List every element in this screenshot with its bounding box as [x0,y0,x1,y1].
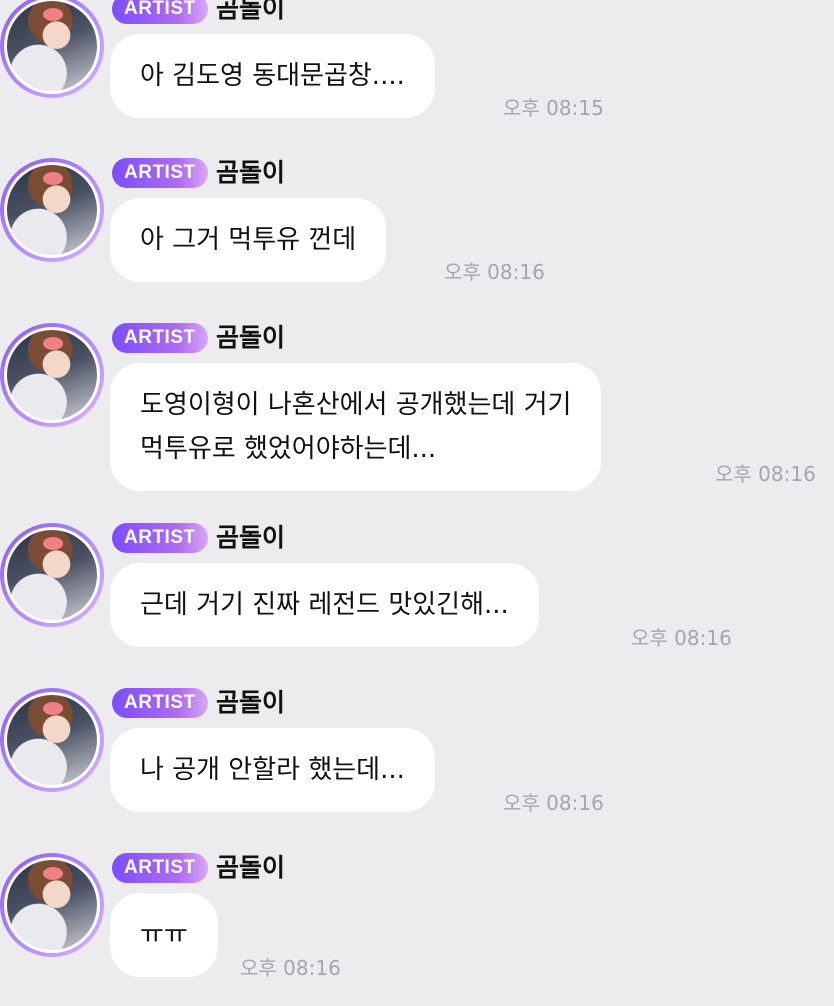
sender-name: 곰돌이 [216,158,286,187]
sender-name: 곰돌이 [216,0,286,23]
message-time: 오후 08:15 [503,96,604,120]
artist-badge: ARTIST [112,523,208,553]
message-time: 오후 08:16 [240,956,341,980]
message-bubble[interactable]: 근데 거기 진짜 레전드 맛있긴해... [110,563,539,647]
avatar[interactable] [0,0,104,98]
message-time: 오후 08:16 [631,626,732,650]
message-bubble[interactable]: 나 공개 안할라 했는데... [110,728,435,812]
avatar[interactable] [0,158,104,262]
artist-badge: ARTIST [112,0,208,24]
avatar[interactable] [0,323,104,427]
avatar-photo [7,530,97,620]
message-bubble[interactable]: ㅠㅠ [110,893,218,977]
message-time: 오후 08:16 [503,791,604,815]
sender-name: 곰돌이 [216,523,286,552]
message-bubble[interactable]: 도영이형이 나혼산에서 공개했는데 거기 먹투유로 했었어야하는데... [110,363,602,491]
message-bubble[interactable]: 아 김도영 동대문곱창.... [110,34,435,118]
artist-badge: ARTIST [112,323,208,353]
message-time: 오후 08:16 [715,462,816,486]
sender-name: 곰돌이 [216,323,286,352]
avatar-photo [7,165,97,255]
message-time: 오후 08:16 [444,260,545,284]
sender-name: 곰돌이 [216,853,286,882]
artist-badge: ARTIST [112,688,208,718]
avatar-photo [7,695,97,785]
avatar-photo [7,860,97,950]
avatar-photo [7,330,97,420]
artist-badge: ARTIST [112,853,208,883]
message-line: 도영이형이 나혼산에서 공개했는데 거기 [140,390,572,420]
avatar-photo [7,1,97,91]
avatar[interactable] [0,688,104,792]
sender-name: 곰돌이 [216,688,286,717]
artist-badge: ARTIST [112,158,208,188]
avatar[interactable] [0,853,104,957]
avatar[interactable] [0,523,104,627]
message-line: 먹투유로 했었어야하는데... [140,434,437,464]
message-bubble[interactable]: 아 그거 먹투유 껀데 [110,198,387,282]
